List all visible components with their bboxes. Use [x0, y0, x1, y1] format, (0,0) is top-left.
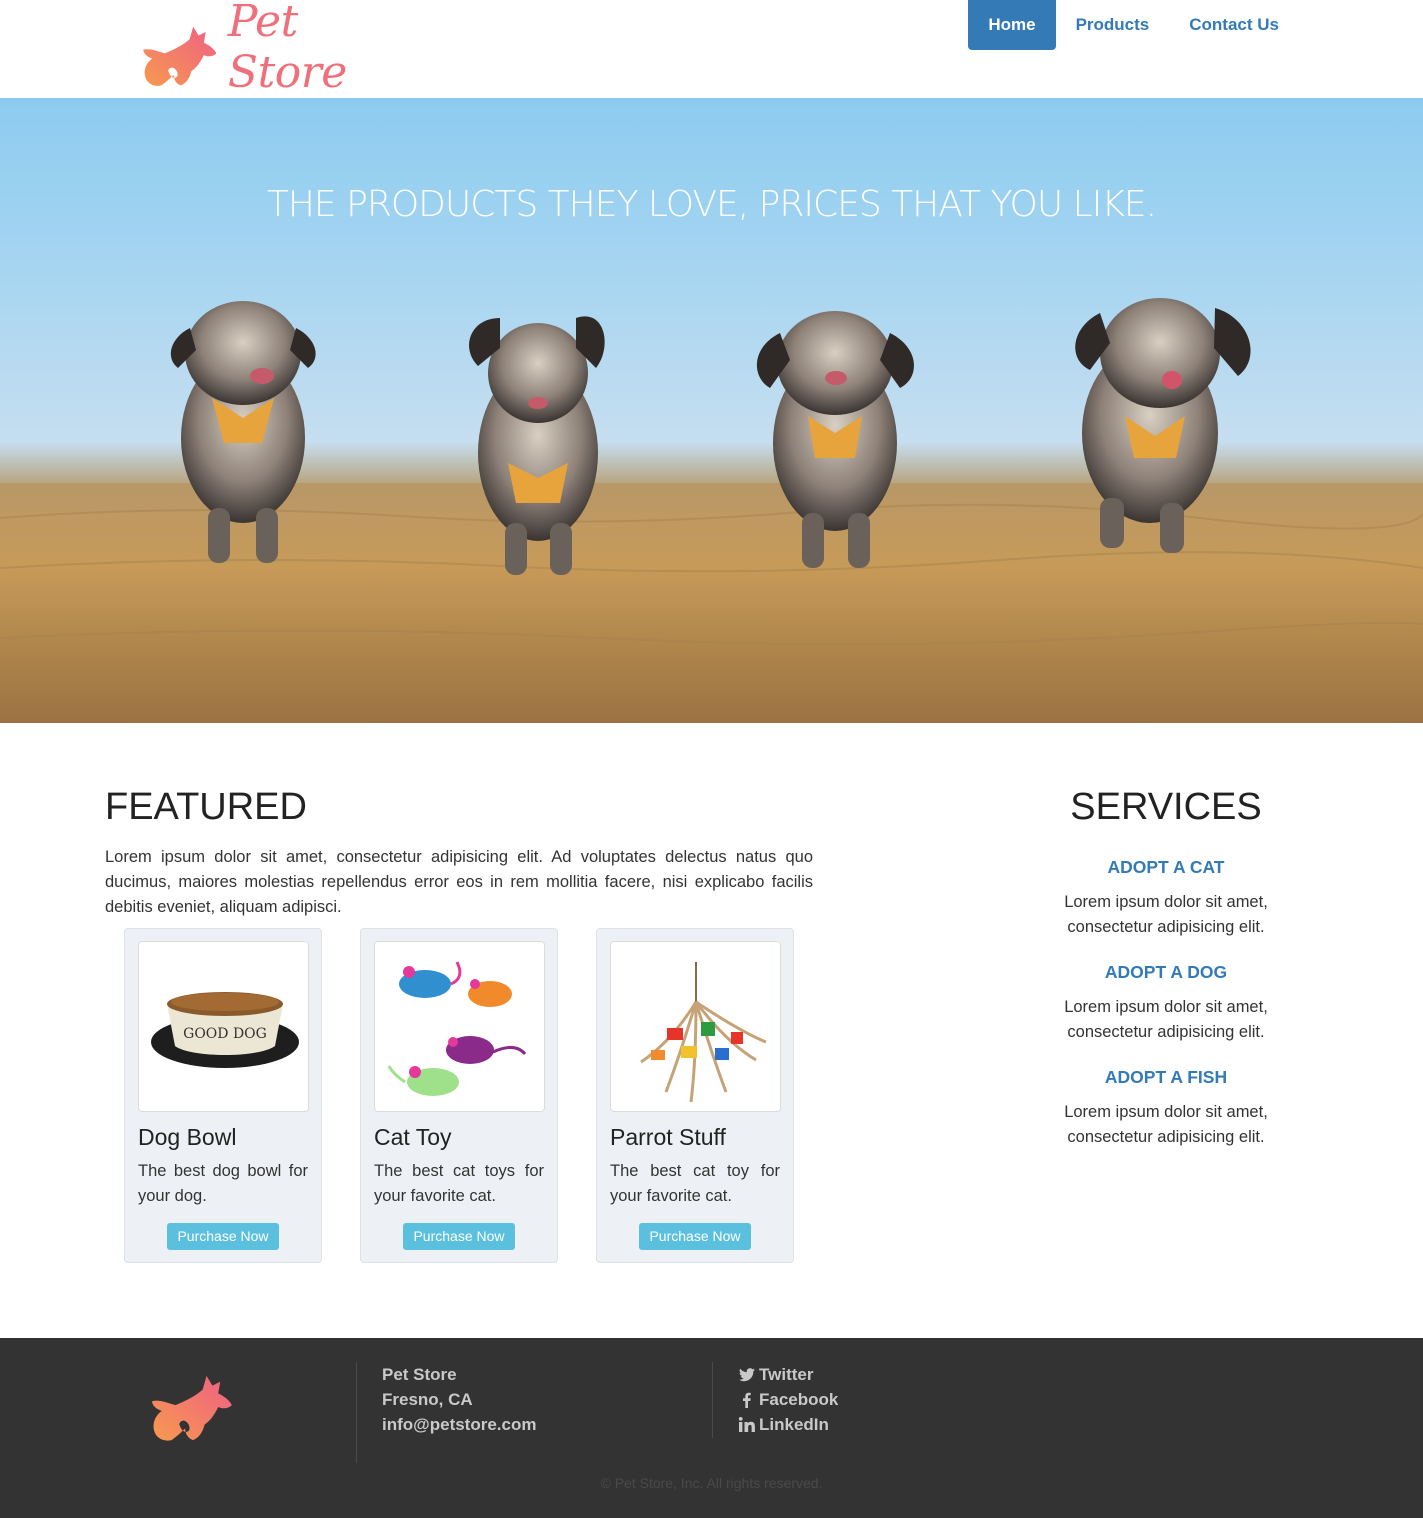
product-cards: GOOD DOG Dog Bowl The best dog bowl for … — [124, 928, 794, 1263]
product-description: The best cat toys for your favorite cat. — [374, 1162, 544, 1205]
linkedin-icon — [738, 1417, 755, 1432]
logo-text: Pet Store — [227, 0, 347, 98]
nav-contact-us[interactable]: Contact Us — [1169, 0, 1299, 50]
facebook-label: Facebook — [759, 1390, 839, 1409]
purchase-now-button[interactable]: Purchase Now — [403, 1223, 515, 1250]
product-description: The best dog bowl for your dog. — [138, 1162, 308, 1205]
twitter-icon — [739, 1367, 755, 1381]
footer-location: Fresno, CA — [382, 1390, 473, 1409]
site-header: Pet Store Home Products Contact Us — [0, 0, 1423, 98]
twitter-label: Twitter — [759, 1365, 814, 1384]
footer-company-name: Pet Store — [382, 1365, 457, 1384]
product-card-cat-toy: Cat Toy The best cat toys for your favor… — [360, 928, 558, 1263]
product-description: The best cat toy for your favorite cat. — [610, 1162, 780, 1205]
dog-bowl-image: GOOD DOG — [138, 941, 309, 1112]
product-card-parrot-stuff: Parrot Stuff The best cat toy for your f… — [596, 928, 794, 1263]
services-section: SERVICES ADOPT A CAT Lorem ipsum dolor s… — [1048, 786, 1284, 1150]
facebook-icon — [743, 1392, 751, 1408]
main-nav: Home Products Contact Us — [968, 0, 1299, 50]
service-heading-adopt-dog[interactable]: ADOPT A DOG — [1048, 962, 1284, 983]
dog-logo-icon — [143, 26, 217, 86]
product-card-dog-bowl: GOOD DOG Dog Bowl The best dog bowl for … — [124, 928, 322, 1263]
hero-banner: THE PRODUCTS THEY LOVE, PRICES THAT YOU … — [0, 98, 1423, 723]
service-heading-adopt-cat[interactable]: ADOPT A CAT — [1048, 857, 1284, 878]
parrot-toy-image — [610, 941, 781, 1112]
product-title: Cat Toy — [374, 1124, 452, 1150]
product-title: Dog Bowl — [138, 1124, 237, 1150]
service-text: Lorem ipsum dolor sit amet, consectetur … — [1064, 893, 1268, 936]
nav-products[interactable]: Products — [1056, 0, 1170, 50]
service-heading-adopt-fish[interactable]: ADOPT A FISH — [1048, 1067, 1284, 1088]
copyright: © Pet Store, Inc. All rights reserved. — [600, 1475, 823, 1491]
footer-twitter-link[interactable]: Twitter — [738, 1362, 838, 1387]
linkedin-label: LinkedIn — [759, 1415, 829, 1434]
featured-description: Lorem ipsum dolor sit amet, consectetur … — [105, 848, 813, 916]
featured-title: FEATURED — [105, 786, 307, 828]
purchase-now-button[interactable]: Purchase Now — [639, 1223, 751, 1250]
hero-title: THE PRODUCTS THEY LOVE, PRICES THAT YOU … — [266, 184, 1157, 225]
bowl-label: GOOD DOG — [183, 1026, 267, 1042]
purchase-now-button[interactable]: Purchase Now — [167, 1223, 279, 1250]
featured-section: FEATURED Lorem ipsum dolor sit amet, con… — [105, 786, 813, 920]
nav-home[interactable]: Home — [968, 0, 1056, 50]
service-text: Lorem ipsum dolor sit amet, consectetur … — [1064, 1103, 1268, 1146]
footer-facebook-link[interactable]: Facebook — [738, 1387, 838, 1412]
footer-linkedin-link[interactable]: LinkedIn — [738, 1412, 838, 1437]
cat-toy-image — [374, 941, 545, 1112]
product-title: Parrot Stuff — [610, 1124, 726, 1150]
site-footer: Pet Store Fresno, CA info@petstore.com T… — [0, 1338, 1423, 1518]
footer-social: Twitter Facebook LinkedIn — [712, 1362, 838, 1438]
dog-logo-icon — [152, 1375, 232, 1441]
footer-email-link[interactable]: info@petstore.com — [382, 1412, 536, 1437]
services-title: SERVICES — [1070, 786, 1262, 828]
footer-address: Pet Store Fresno, CA info@petstore.com — [356, 1362, 536, 1463]
logo[interactable]: Pet Store — [138, 0, 408, 98]
service-text: Lorem ipsum dolor sit amet, consectetur … — [1064, 998, 1268, 1041]
